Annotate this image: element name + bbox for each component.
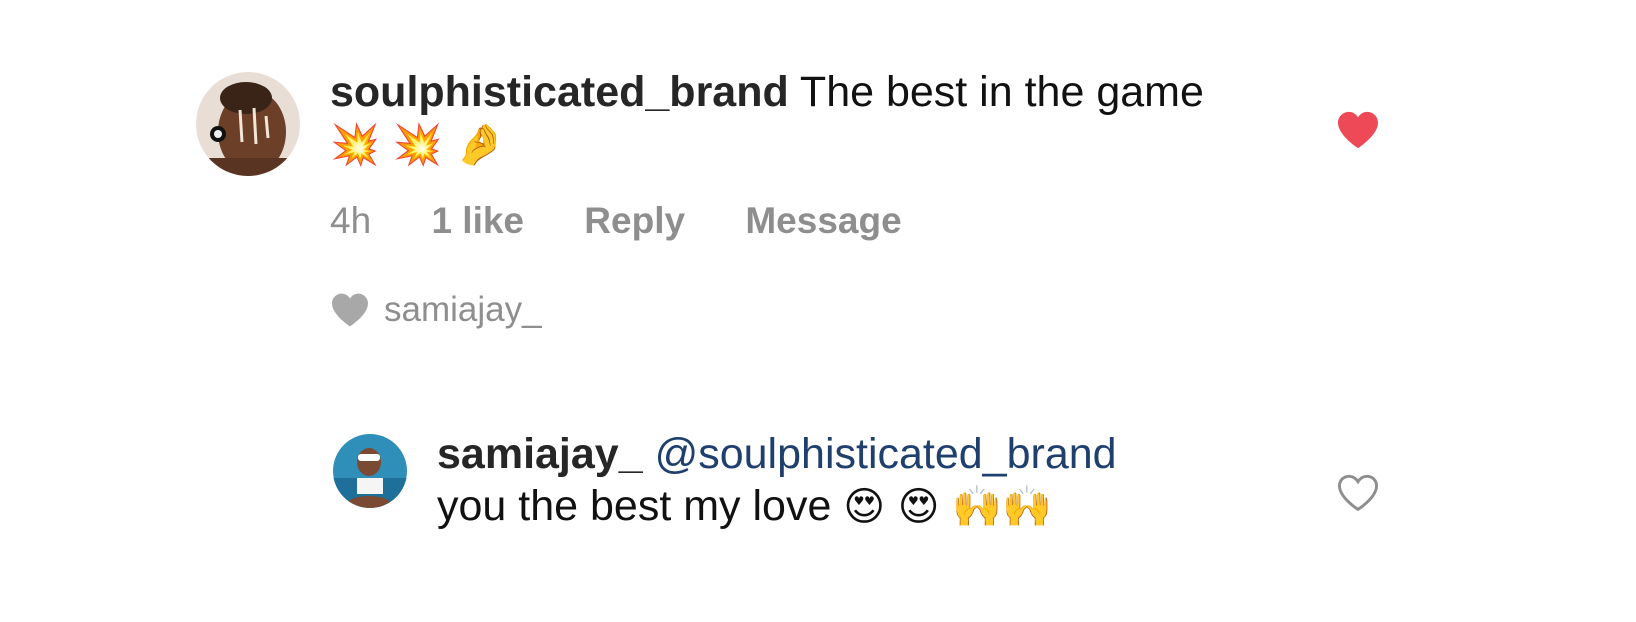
reply-username[interactable]: samiajay_ bbox=[437, 430, 643, 478]
comment-timestamp: 4h bbox=[330, 200, 372, 241]
reply-button[interactable]: Reply bbox=[584, 200, 685, 241]
avatar-samiajay[interactable] bbox=[333, 434, 407, 508]
avatar-soulphisticated-brand[interactable] bbox=[196, 72, 300, 176]
heart-filled-icon bbox=[1338, 111, 1378, 149]
comment-body: soulphisticated_brand The best in the ga… bbox=[330, 66, 1210, 171]
liked-by-row: samiajay_ bbox=[330, 290, 542, 330]
heart-outline-icon bbox=[1337, 474, 1379, 512]
like-button[interactable] bbox=[1336, 110, 1380, 155]
comment-meta-row: 4h 1 like Reply Message bbox=[330, 200, 952, 242]
avatar-image bbox=[196, 72, 300, 176]
reply-mention[interactable]: @soulphisticated_brand bbox=[655, 430, 1117, 478]
comment-like-count[interactable]: 1 like bbox=[431, 200, 524, 241]
comment-emojis: 💥 💥 🤌 bbox=[330, 122, 505, 168]
liked-by-username: samiajay_ bbox=[384, 290, 542, 329]
comment-username[interactable]: soulphisticated_brand bbox=[330, 68, 789, 116]
comment-text: The best in the game bbox=[799, 68, 1204, 116]
reply-emojis: 😍 😍 🙌🙌 bbox=[843, 484, 1052, 530]
reply-like-button[interactable] bbox=[1336, 473, 1380, 518]
avatar-image bbox=[333, 434, 407, 508]
heart-filled-gray-icon bbox=[332, 293, 368, 327]
reply-text: you the best my love bbox=[437, 482, 832, 530]
reply-body: samiajay_ @soulphisticated_brand you the… bbox=[437, 428, 1317, 533]
message-button[interactable]: Message bbox=[745, 200, 901, 241]
